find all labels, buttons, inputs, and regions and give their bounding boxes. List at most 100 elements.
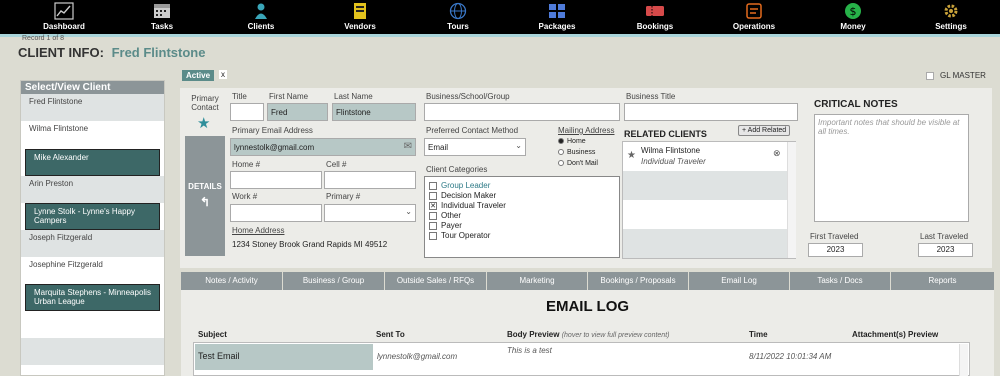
client-categories-box: Group Leader Decision Maker ✕ Individual … (424, 176, 620, 258)
email-subject-cell[interactable]: Test Email (195, 344, 373, 370)
nav-label: Operations (732, 22, 776, 31)
mailing-business-radio[interactable]: Business (558, 149, 595, 156)
tab-notes-activity[interactable]: Notes / Activity (181, 272, 283, 290)
email-time-cell: 8/11/2022 10:01:34 AM (749, 352, 832, 361)
nav-tasks[interactable]: Tasks (122, 0, 202, 34)
email-field[interactable]: lynnestolk@gmail.com ✉ (230, 138, 416, 156)
category-item[interactable]: Group Leader (429, 181, 615, 191)
status-badge[interactable]: Active (182, 70, 215, 81)
tab-bookings-proposals[interactable]: Bookings / Proposals (588, 272, 689, 290)
client-list-item[interactable]: Joseph Fitzgerald (21, 230, 164, 257)
mailing-dont-mail-radio[interactable]: Don't Mail (558, 160, 598, 167)
category-item[interactable]: Other (429, 211, 615, 221)
details-button[interactable]: DETAILS ↰ (185, 136, 225, 256)
client-list-item[interactable]: Marquita Stephens - Minneapolis Urban Le… (25, 284, 160, 311)
email-body-cell[interactable]: This is a test (507, 346, 552, 355)
work-phone-label: Work # (232, 192, 258, 201)
cell-phone-label: Cell # (326, 160, 347, 169)
tab-business-group[interactable]: Business / Group (283, 272, 385, 290)
home-phone-field[interactable] (230, 171, 322, 189)
first-name-field[interactable]: Fred (267, 103, 328, 121)
mailing-option-label: Don't Mail (567, 160, 598, 167)
add-related-button[interactable]: + Add Related (738, 125, 791, 136)
nav-dashboard[interactable]: Dashboard (24, 0, 104, 34)
first-traveled-label: First Traveled (810, 232, 859, 241)
cell-phone-field[interactable] (324, 171, 416, 189)
nav-vendors[interactable]: Vendors (320, 0, 400, 34)
related-clients-list: ★ Wilma Flintstone Individual Traveler ⊗ (622, 141, 796, 259)
remove-icon[interactable]: ⊗ (773, 148, 781, 159)
scrollbar[interactable] (959, 344, 968, 376)
page-header: Record 1 of 8 CLIENT INFO: Fred Flintsto… (0, 35, 1000, 67)
radio-icon (558, 160, 564, 167)
chevron-down-icon: ⌄ (515, 141, 522, 150)
nav-bookings[interactable]: Bookings (615, 0, 695, 34)
client-list-item[interactable]: Arin Preston (21, 176, 164, 203)
first-name-label: First Name (269, 92, 309, 101)
nav-operations[interactable]: Operations (714, 0, 794, 34)
mailing-home-radio[interactable]: Home (558, 138, 586, 145)
mail-icon[interactable]: ✉ (404, 141, 412, 152)
star-icon[interactable]: ★ (627, 150, 636, 161)
title-field[interactable] (230, 103, 264, 121)
chart-icon (54, 2, 74, 20)
radio-selected-icon (558, 138, 564, 145)
client-list-item[interactable] (21, 338, 164, 365)
star-icon[interactable]: ★ (197, 114, 210, 132)
business-title-field[interactable] (624, 103, 798, 121)
tab-marketing[interactable]: Marketing (487, 272, 588, 290)
close-icon[interactable]: x (219, 70, 227, 79)
category-item[interactable]: ✕ Individual Traveler (429, 201, 615, 211)
tab-reports[interactable]: Reports (891, 272, 994, 290)
client-list-title: Select/View Client (21, 81, 164, 94)
tab-outside-sales[interactable]: Outside Sales / RFQs (385, 272, 487, 290)
client-list-item[interactable]: Mike Alexander (25, 149, 160, 176)
packages-icon (549, 4, 565, 18)
category-label: Other (441, 211, 462, 220)
checkbox-icon (429, 192, 437, 200)
client-list-item[interactable]: Fred Flintstone (21, 94, 164, 121)
tab-email-log[interactable]: Email Log (689, 272, 790, 290)
category-item[interactable]: Payer (429, 221, 615, 231)
top-nav: Dashboard Tasks Clients Vendors Tours Pa… (0, 0, 1000, 34)
category-item[interactable]: Tour Operator (429, 231, 615, 241)
related-client-row (623, 171, 787, 200)
work-phone-field[interactable] (230, 204, 322, 222)
client-list-item[interactable]: Wilma Flintstone (21, 121, 164, 148)
tab-tasks-docs[interactable]: Tasks / Docs (790, 272, 891, 290)
chevron-down-icon: ⌄ (405, 207, 412, 216)
contact-method-select[interactable]: Email ⌄ (424, 138, 526, 156)
nav-packages[interactable]: Packages (517, 0, 597, 34)
first-traveled-field[interactable]: 2023 (808, 243, 863, 257)
related-client-row[interactable]: ★ Wilma Flintstone Individual Traveler ⊗ (623, 142, 787, 171)
nav-label: Tours (447, 22, 469, 31)
scrollbar[interactable] (787, 142, 796, 258)
client-list-item[interactable] (21, 365, 164, 376)
home-address-label[interactable]: Home Address (232, 226, 284, 235)
page-title-client: Fred Flintstone (111, 45, 206, 60)
category-label: Group Leader (441, 181, 491, 190)
category-item[interactable]: Decision Maker (429, 191, 615, 201)
critical-notes-field[interactable]: Important notes that should be visible a… (814, 114, 969, 222)
section-tabs: Notes / Activity Business / Group Outsid… (181, 272, 994, 290)
client-list-item[interactable] (21, 311, 164, 338)
nav-tours[interactable]: Tours (418, 0, 498, 34)
home-address-value: 1234 Stoney Brook Grand Rapids MI 49512 (232, 240, 388, 249)
last-name-field[interactable]: Flintstone (332, 103, 416, 121)
col-time: Time (749, 330, 768, 339)
client-categories-label: Client Categories (426, 165, 488, 174)
category-label: Individual Traveler (441, 201, 506, 210)
last-traveled-field[interactable]: 2023 (918, 243, 973, 257)
business-field[interactable] (424, 103, 620, 121)
primary-phone-select[interactable]: ⌄ (324, 204, 416, 222)
nav-money[interactable]: $ Money (813, 0, 893, 34)
nav-settings[interactable]: Settings (911, 0, 991, 34)
gl-master-checkbox[interactable] (926, 72, 934, 80)
nav-label: Money (840, 22, 866, 31)
nav-clients[interactable]: Clients (221, 0, 301, 34)
business-title-label: Business Title (626, 92, 676, 101)
email-log-panel: EMAIL LOG Subject Sent To Body Preview (… (181, 290, 994, 376)
client-list-item[interactable]: Lynne Stolk - Lynne's Happy Campers (25, 203, 160, 230)
contact-method-label: Preferred Contact Method (426, 126, 519, 135)
client-list-item[interactable]: Josephine Fitzgerald (21, 257, 164, 284)
